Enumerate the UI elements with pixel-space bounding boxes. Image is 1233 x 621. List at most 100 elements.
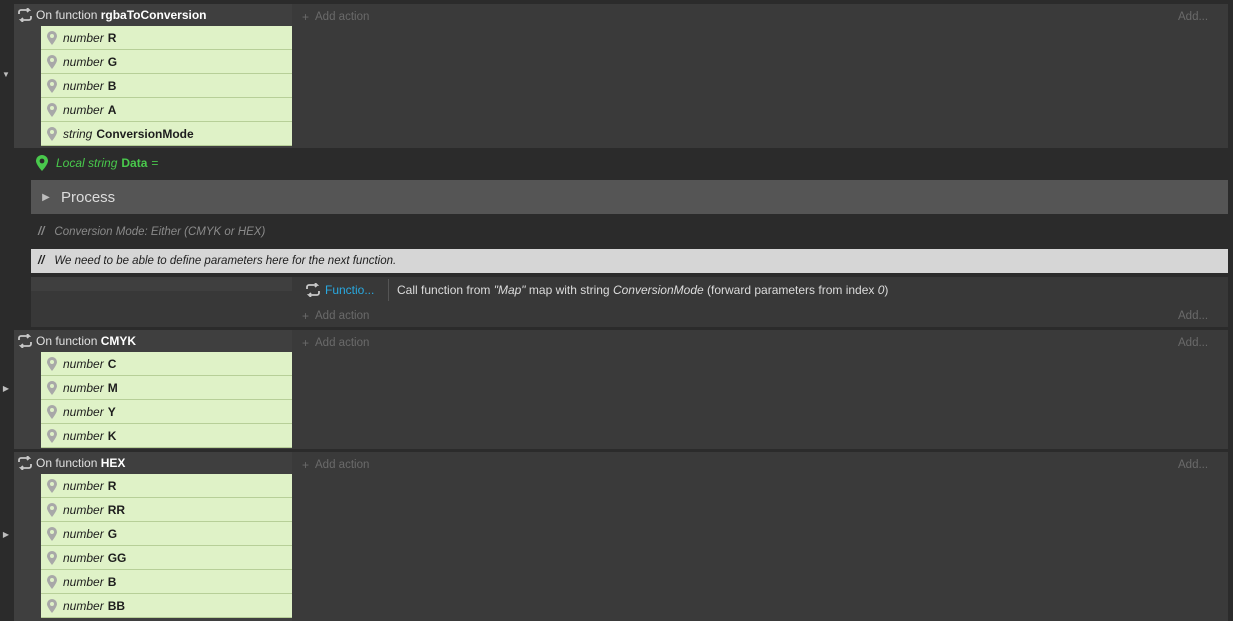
parameter-type: string: [63, 126, 93, 141]
parameter-type: number: [63, 30, 104, 45]
desc-var: ConversionMode: [612, 283, 704, 297]
expand-toggle-icon[interactable]: ▶: [1, 530, 11, 540]
parameter-name: G: [107, 54, 118, 69]
comment-row-highlighted[interactable]: // We need to be able to define paramete…: [31, 249, 1228, 273]
sub-event-call-function[interactable]: Functio... Call function from "Map" map …: [31, 277, 1228, 327]
comment-text: Conversion Mode: Either (CMYK or HEX): [54, 226, 266, 238]
parameter-name: M: [107, 380, 118, 395]
desc-post2: ): [884, 283, 889, 297]
comment-slashes: //: [38, 226, 45, 238]
parameter-row[interactable]: number B: [41, 74, 292, 98]
parameter-type: number: [63, 550, 104, 565]
parameter-row[interactable]: number M: [41, 376, 292, 400]
event-header[interactable]: On function CMYK: [14, 330, 292, 352]
event-title-prefix: On function: [36, 8, 98, 22]
add-action-button[interactable]: + Add action: [302, 309, 369, 323]
add-action-label: Add action: [315, 310, 370, 322]
map-pin-icon: [41, 570, 63, 594]
add-action-label: Add action: [315, 11, 370, 23]
action-row[interactable]: Functio... Call function from "Map" map …: [303, 279, 888, 301]
parameter-name: GG: [107, 550, 127, 565]
parameter-type: number: [63, 404, 104, 419]
parameter-row[interactable]: number K: [41, 424, 292, 448]
parameter-row[interactable]: number RR: [41, 498, 292, 522]
map-pin-icon: [41, 594, 63, 618]
map-pin-icon: [41, 352, 63, 376]
collapse-toggle-icon[interactable]: ▼: [1, 70, 11, 80]
parameter-row[interactable]: number BB: [41, 594, 292, 618]
add-more-button[interactable]: Add...: [1178, 459, 1208, 471]
add-action-label: Add action: [315, 337, 370, 349]
plus-icon: +: [302, 10, 310, 24]
map-pin-icon: [41, 98, 63, 122]
parameter-type: number: [63, 356, 104, 371]
event-block-cmyk[interactable]: On function CMYK number C number M number Y…: [14, 330, 1228, 449]
group-process[interactable]: ▶ Process: [31, 180, 1228, 214]
parameter-row[interactable]: number Y: [41, 400, 292, 424]
parameter-type: number: [63, 54, 104, 69]
desc-mid: map with string: [525, 283, 613, 297]
map-pin-icon: [41, 26, 63, 50]
map-pin-icon: [41, 474, 63, 498]
parameter-type: number: [63, 102, 104, 117]
map-pin-icon: [41, 546, 63, 570]
parameter-row[interactable]: number G: [41, 522, 292, 546]
add-more-button[interactable]: Add...: [1178, 11, 1208, 23]
sub-event-rail: [14, 149, 32, 327]
parameter-list: number R number RR number G number GG number…: [41, 474, 292, 618]
loop-arrows-icon: [303, 283, 323, 297]
event-header[interactable]: On function rgbaToConversion: [14, 4, 292, 26]
event-header[interactable]: On function HEX: [14, 452, 292, 474]
loop-arrows-icon: [14, 330, 36, 352]
action-description: Call function from "Map" map with string…: [397, 283, 888, 297]
map-pin-icon: [41, 122, 63, 146]
parameter-name: R: [107, 30, 117, 45]
expand-toggle-icon[interactable]: ▶: [1, 384, 11, 394]
function-name: CMYK: [100, 334, 137, 348]
parameter-row[interactable]: number A: [41, 98, 292, 122]
parameter-row[interactable]: number R: [41, 26, 292, 50]
parameter-row[interactable]: string ConversionMode: [41, 122, 292, 146]
loop-arrows-icon: [14, 452, 36, 474]
local-var-name: Data: [121, 156, 148, 170]
add-action-button[interactable]: + Add action: [302, 458, 369, 472]
map-pin-icon: [41, 376, 63, 400]
add-action-label: Add action: [315, 459, 370, 471]
parameter-row[interactable]: number C: [41, 352, 292, 376]
map-pin-icon: [36, 155, 48, 171]
add-action-button[interactable]: + Add action: [302, 336, 369, 350]
map-pin-icon: [41, 50, 63, 74]
parameter-name: BB: [107, 598, 126, 613]
add-more-button[interactable]: Add...: [1178, 310, 1208, 322]
parameter-row[interactable]: number R: [41, 474, 292, 498]
parameter-type: number: [63, 78, 104, 93]
event-title: On function CMYK: [36, 334, 136, 348]
parameter-name: K: [107, 428, 117, 443]
desc-map: "Map": [493, 283, 526, 297]
parameter-name: Y: [107, 404, 116, 419]
event-block-hex[interactable]: On function HEX number R number RR number G…: [14, 452, 1228, 621]
comment-text: We need to be able to define parameters …: [54, 255, 397, 267]
expand-triangle-icon[interactable]: ▶: [31, 192, 61, 203]
parameter-row[interactable]: number G: [41, 50, 292, 74]
parameter-row[interactable]: number B: [41, 570, 292, 594]
comment-row[interactable]: // Conversion Mode: Either (CMYK or HEX): [31, 222, 1228, 242]
add-action-button[interactable]: + Add action: [302, 10, 369, 24]
desc-pre: Call function from: [397, 283, 494, 297]
add-more-button[interactable]: Add...: [1178, 337, 1208, 349]
parameter-type: number: [63, 598, 104, 613]
local-variable[interactable]: Local string Data =: [36, 154, 158, 172]
parameter-name: ConversionMode: [96, 126, 194, 141]
parameter-type: number: [63, 574, 104, 589]
parameter-row[interactable]: number GG: [41, 546, 292, 570]
parameter-name: B: [107, 574, 117, 589]
function-name: HEX: [100, 456, 126, 470]
parameter-type: number: [63, 478, 104, 493]
event-block-rgbatoconversion[interactable]: On function rgbaToConversion number R num…: [14, 4, 1228, 148]
loop-arrows-icon: [14, 4, 36, 26]
parameter-name: R: [107, 478, 117, 493]
plus-icon: +: [302, 309, 310, 323]
event-title: On function HEX: [36, 456, 125, 470]
divider: [388, 279, 389, 301]
action-object-name: Functio...: [325, 283, 375, 297]
